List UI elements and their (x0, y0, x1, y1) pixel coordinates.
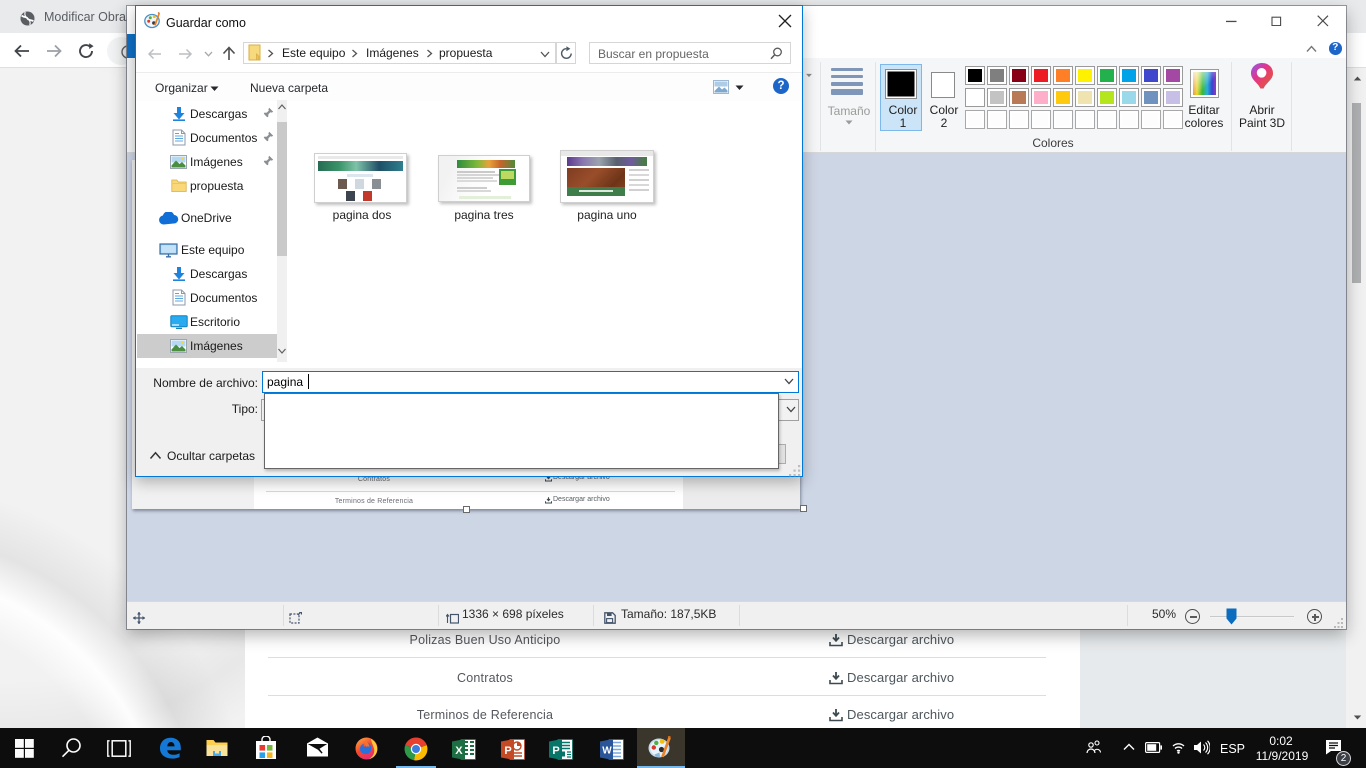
svg-text:W: W (602, 746, 612, 757)
svg-text:X: X (455, 745, 463, 757)
svg-text:P: P (552, 745, 559, 757)
svg-text:P: P (504, 745, 511, 757)
